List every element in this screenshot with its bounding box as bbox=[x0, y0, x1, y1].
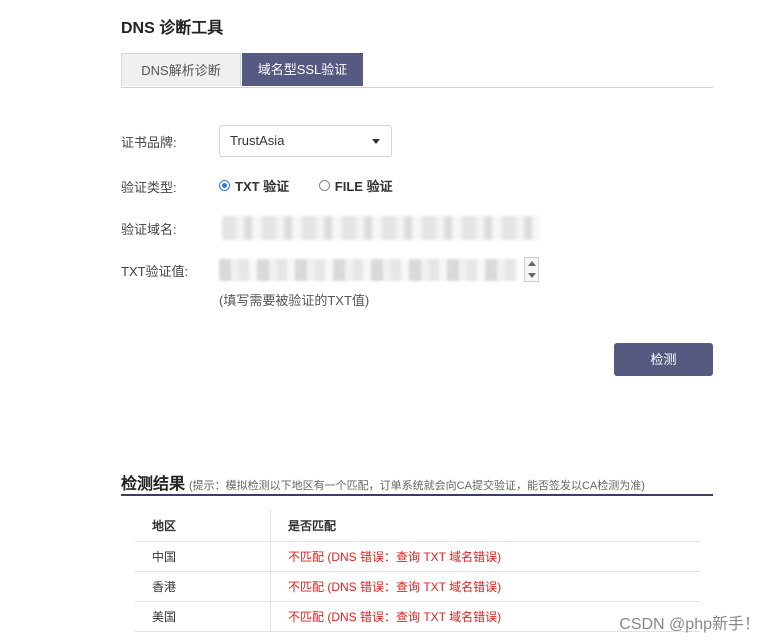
region-cell: 美国 bbox=[135, 601, 271, 632]
check-button[interactable]: 检测 bbox=[614, 343, 713, 376]
results-title: 检测结果 bbox=[121, 476, 186, 493]
results-table: 地区 是否匹配 中国 不匹配 (DNS 错误：查询 TXT 域名错误) 香港 不… bbox=[135, 510, 700, 632]
results-header: 检测结果 (提示：模拟检测以下地区有一个匹配，订单系统就会向CA提交验证，能否签发… bbox=[121, 470, 713, 496]
column-header-region: 地区 bbox=[135, 510, 271, 542]
txt-value-label: TXT验证值: bbox=[121, 264, 189, 279]
radio-file[interactable]: FILE 验证 bbox=[318, 176, 393, 195]
brand-select[interactable]: TrustAsia bbox=[219, 125, 392, 157]
txt-value-input-blurred[interactable] bbox=[219, 259, 519, 281]
table-row: 美国 不匹配 (DNS 错误：查询 TXT 域名错误) bbox=[135, 601, 700, 632]
brand-label: 证书品牌: bbox=[121, 135, 177, 150]
match-cell: 不匹配 (DNS 错误：查询 TXT 域名错误) bbox=[270, 541, 700, 572]
domain-label: 验证域名: bbox=[121, 222, 177, 237]
column-header-match: 是否匹配 bbox=[270, 510, 700, 542]
verification-type-group: TXT 验证 FILE 验证 bbox=[219, 176, 419, 195]
tab-dns-diagnosis[interactable]: DNS解析诊断 bbox=[121, 53, 241, 86]
region-cell: 香港 bbox=[135, 571, 271, 602]
type-label: 验证类型: bbox=[121, 180, 177, 195]
radio-checked-icon bbox=[219, 180, 230, 191]
txt-value-scrollbar[interactable] bbox=[524, 257, 539, 282]
match-cell: 不匹配 (DNS 错误：查询 TXT 域名错误) bbox=[270, 571, 700, 602]
scroll-up-icon[interactable] bbox=[528, 261, 536, 266]
tab-ssl-verification[interactable]: 域名型SSL验证 bbox=[242, 53, 363, 86]
radio-unchecked-icon bbox=[318, 180, 330, 191]
radio-txt-label: TXT 验证 bbox=[235, 179, 290, 194]
watermark: CSDN @php新手！ bbox=[619, 616, 760, 633]
table-row: 中国 不匹配 (DNS 错误：查询 TXT 域名错误) bbox=[135, 541, 700, 572]
brand-select-value: TrustAsia bbox=[230, 133, 285, 148]
radio-txt[interactable]: TXT 验证 bbox=[219, 176, 289, 195]
table-row: 香港 不匹配 (DNS 错误：查询 TXT 域名错误) bbox=[135, 571, 700, 602]
radio-file-label: FILE 验证 bbox=[334, 179, 393, 194]
txt-value-hint: (填写需要被验证的TXT值) bbox=[219, 293, 370, 308]
page-title: DNS 诊断工具 bbox=[121, 20, 224, 37]
results-note: (提示：模拟检测以下地区有一个匹配，订单系统就会向CA提交验证，能否签发以CA检… bbox=[189, 480, 645, 492]
scroll-down-icon[interactable] bbox=[528, 273, 536, 278]
region-cell: 中国 bbox=[135, 541, 271, 572]
chevron-down-icon bbox=[372, 139, 380, 144]
domain-input-blurred[interactable] bbox=[222, 216, 540, 240]
tab-bar: DNS解析诊断 域名型SSL验证 bbox=[121, 53, 713, 88]
table-header-row: 地区 是否匹配 bbox=[135, 510, 700, 542]
